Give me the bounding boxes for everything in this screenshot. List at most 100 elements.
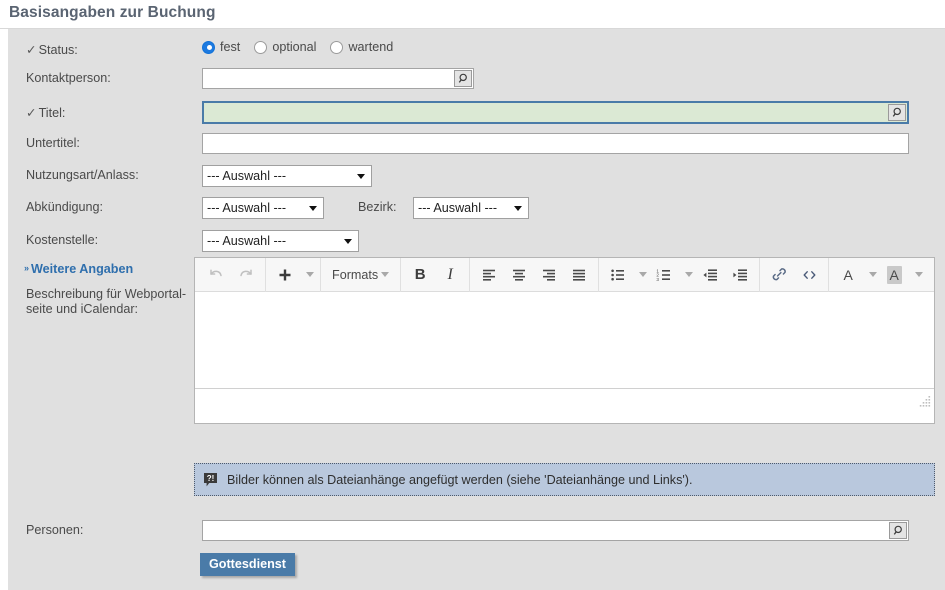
outdent-button[interactable] — [695, 261, 725, 289]
toolbar-group-colors: A A — [829, 258, 929, 291]
radio-optional-icon[interactable] — [254, 41, 267, 54]
status-radio-group[interactable]: fest optional wartend — [202, 40, 407, 54]
booking-form-page: Basisangaben zur Buchung ✓Status: fest o… — [0, 0, 945, 590]
italic-button[interactable]: I — [435, 261, 465, 289]
label-bezirk: Bezirk: — [358, 200, 397, 214]
weitere-angaben-toggle[interactable]: » Weitere Angaben — [24, 262, 133, 276]
label-personen: Personen: — [26, 523, 83, 537]
toolbar-group-align — [470, 258, 598, 291]
abkuendigung-select[interactable]: --- Auswahl --- — [202, 197, 324, 219]
kostenstelle-select-wrap: --- Auswahl --- — [202, 230, 359, 252]
formats-dropdown-button[interactable]: Formats — [325, 261, 396, 289]
kontaktperson-field-wrap — [202, 68, 474, 89]
radio-option-wartend[interactable]: wartend — [330, 40, 393, 54]
toolbar-group-history — [197, 258, 265, 291]
highlight-swatch: A — [887, 266, 902, 284]
bullet-list-button[interactable] — [603, 261, 633, 289]
radio-label-wartend: wartend — [348, 40, 393, 54]
indent-button[interactable] — [725, 261, 755, 289]
label-abkuendigung: Abkündigung: — [26, 200, 103, 214]
label-status: ✓Status: — [26, 42, 78, 57]
toolbar-group-insert-link — [760, 258, 828, 291]
untertitel-input[interactable] — [202, 133, 909, 154]
required-check-icon-titel: ✓ — [26, 106, 37, 120]
label-kostenstelle: Kostenstelle: — [26, 233, 98, 247]
gottesdienst-tag-button[interactable]: Gottesdienst — [200, 553, 295, 576]
align-justify-button[interactable] — [564, 261, 594, 289]
radio-fest-icon[interactable] — [202, 41, 215, 54]
indent-icon — [732, 267, 748, 283]
link-button[interactable] — [764, 261, 794, 289]
align-center-button[interactable] — [504, 261, 534, 289]
kontaktperson-search-button[interactable] — [454, 70, 472, 87]
row-status: ✓Status: fest optional wartend — [8, 39, 945, 63]
description-rich-text-editor: Formats B I — [194, 257, 935, 424]
label-beschreibung-line2: seite und iCalendar: — [26, 302, 186, 317]
magnifier-icon — [458, 73, 469, 84]
redo-icon — [238, 267, 254, 283]
align-center-icon — [511, 267, 527, 283]
speech-bubble-help-icon: ?! — [203, 472, 219, 488]
undo-button[interactable] — [201, 261, 231, 289]
background-color-dropdown-button[interactable] — [909, 261, 925, 289]
bezirk-select[interactable]: --- Auswahl --- — [413, 197, 529, 219]
double-chevron-down-icon: » — [24, 264, 29, 273]
radio-option-fest[interactable]: fest — [202, 40, 240, 54]
redo-button[interactable] — [231, 261, 261, 289]
resize-grip-icon[interactable] — [919, 394, 932, 407]
nutzungsart-select-wrap: --- Auswahl --- — [202, 165, 372, 187]
titel-search-button[interactable] — [888, 104, 906, 121]
titel-input[interactable] — [202, 101, 909, 124]
radio-label-optional: optional — [272, 40, 316, 54]
insert-button[interactable] — [270, 261, 300, 289]
personen-input[interactable] — [202, 520, 909, 541]
radio-wartend-icon[interactable] — [330, 41, 343, 54]
source-code-button[interactable] — [794, 261, 824, 289]
code-icon — [801, 267, 818, 283]
bullet-list-dropdown-button[interactable] — [633, 261, 649, 289]
numbered-list-button[interactable]: 123 — [649, 261, 679, 289]
align-left-button[interactable] — [474, 261, 504, 289]
align-right-button[interactable] — [534, 261, 564, 289]
row-abkuendigung: Abkündigung: --- Auswahl --- Bezirk: ---… — [8, 197, 945, 221]
personen-search-button[interactable] — [889, 522, 907, 539]
nutzungsart-select[interactable]: --- Auswahl --- — [202, 165, 372, 187]
row-kostenstelle: Kostenstelle: --- Auswahl --- — [8, 230, 945, 254]
text-color-button[interactable]: A — [833, 261, 863, 289]
text-color-dropdown-button[interactable] — [863, 261, 879, 289]
editor-content-area[interactable] — [195, 292, 934, 388]
numbered-list-icon: 123 — [656, 267, 672, 283]
required-check-icon: ✓ — [26, 43, 37, 57]
label-nutzungsart: Nutzungsart/Anlass: — [26, 168, 139, 182]
chevron-down-icon — [306, 272, 314, 277]
label-kontaktperson: Kontaktperson: — [26, 71, 111, 85]
weitere-angaben-label: Weitere Angaben — [31, 262, 133, 276]
background-color-button[interactable]: A — [879, 261, 909, 289]
insert-dropdown-button[interactable] — [300, 261, 316, 289]
magnifier-icon — [893, 525, 904, 536]
row-kontaktperson: Kontaktperson: — [8, 68, 945, 92]
plus-icon — [277, 267, 293, 283]
bullet-list-icon — [610, 267, 626, 283]
toolbar-group-insert — [266, 258, 320, 291]
svg-text:3: 3 — [657, 276, 660, 281]
svg-text:?!: ?! — [207, 474, 215, 483]
kontaktperson-input[interactable] — [202, 68, 474, 89]
titel-field-wrap — [202, 101, 909, 124]
numbered-list-dropdown-button[interactable] — [679, 261, 695, 289]
bold-button[interactable]: B — [405, 261, 435, 289]
undo-icon — [208, 267, 224, 283]
page-title: Basisangaben zur Buchung — [0, 0, 945, 28]
row-titel: ✓Titel: — [8, 101, 945, 127]
toolbar-group-lists: 123 — [599, 258, 759, 291]
attachment-info-text: Bilder können als Dateianhänge angefügt … — [227, 473, 693, 487]
row-untertitel: Untertitel: — [8, 133, 945, 157]
untertitel-field-wrap — [202, 133, 909, 154]
editor-status-bar — [195, 388, 934, 408]
attachment-info-bar: ?! Bilder können als Dateianhänge angefü… — [194, 463, 935, 496]
radio-label-fest: fest — [220, 40, 240, 54]
radio-option-optional[interactable]: optional — [254, 40, 316, 54]
formats-label: Formats — [332, 268, 378, 282]
kostenstelle-select[interactable]: --- Auswahl --- — [202, 230, 359, 252]
personen-field-wrap — [202, 520, 909, 541]
